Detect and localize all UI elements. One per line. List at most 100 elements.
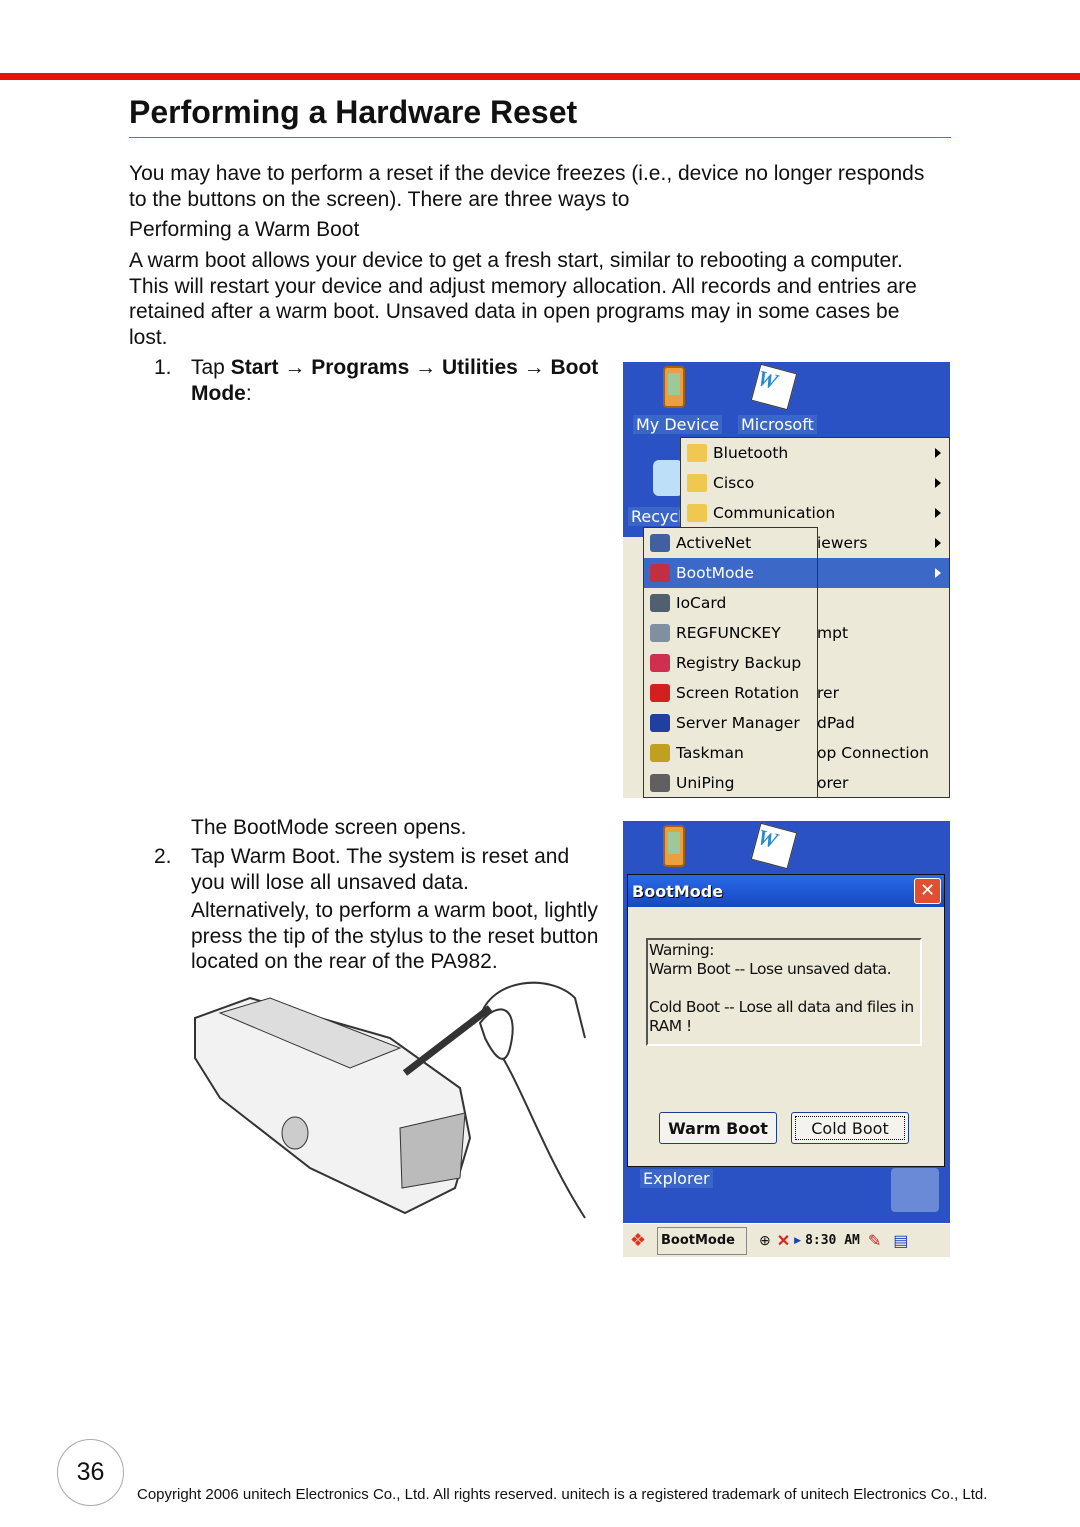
tray-arrow-icon[interactable]: ▶ bbox=[794, 1235, 801, 1246]
step2-text: Tap Warm Boot. The system is reset and y… bbox=[191, 844, 569, 895]
start-menu-screenshot: W My Device Microsoft Recycl Bluetooth C… bbox=[623, 362, 950, 798]
t: Boot bbox=[550, 356, 599, 379]
line: RAM ! bbox=[649, 1017, 692, 1035]
input-panel-icon[interactable]: ✎ bbox=[868, 1231, 881, 1251]
label: IoCard bbox=[676, 594, 727, 612]
para-line: lost. bbox=[129, 325, 168, 349]
header-red-bar bbox=[0, 73, 1080, 80]
bootmode-screenshot: W BootMode ✕ Warning: Warm Boot -- Lose … bbox=[623, 821, 950, 1257]
recycle-bin-icon bbox=[653, 460, 683, 496]
recycle-bin-label[interactable]: Recycl bbox=[628, 507, 686, 526]
t: Utilities bbox=[441, 356, 518, 379]
network-icon[interactable]: ⊕ bbox=[759, 1232, 771, 1249]
t: → bbox=[409, 356, 442, 379]
menu-item-bootmode[interactable]: BootMode bbox=[644, 558, 817, 588]
step-number: 2. bbox=[154, 845, 172, 868]
my-device-icon bbox=[663, 825, 685, 867]
windows-logo-watermark bbox=[891, 1168, 939, 1212]
para-line: retained after a warm boot. Unsaved data… bbox=[129, 300, 900, 323]
cold-boot-button[interactable]: Cold Boot bbox=[791, 1112, 909, 1144]
t: Mode bbox=[191, 381, 246, 405]
step1-text: Tap Start → Programs → Utilities → Boot … bbox=[191, 355, 598, 406]
t: : bbox=[245, 381, 252, 405]
label: ActiveNet bbox=[676, 534, 752, 552]
label: BootMode bbox=[676, 564, 754, 582]
label: REGFUNCKEY bbox=[676, 624, 781, 642]
label: Communication bbox=[713, 504, 836, 522]
start-flag-icon[interactable]: ❖ bbox=[623, 1230, 653, 1251]
taskbar-bootmode-button[interactable]: BootMode bbox=[657, 1226, 747, 1255]
copyright-footer: Copyright 2006 unitech Electronics Co., … bbox=[137, 1486, 988, 1503]
close-button[interactable]: ✕ bbox=[914, 878, 941, 904]
bootmode-opens-text: The BootMode screen opens. bbox=[191, 816, 467, 839]
line: Alternatively, to perform a warm boot, l… bbox=[191, 899, 598, 922]
label: iewers bbox=[817, 534, 868, 552]
submenu-arrow-icon bbox=[935, 568, 941, 578]
t: → bbox=[517, 356, 551, 379]
menu-item-registry-backup[interactable]: Registry Backup bbox=[644, 648, 817, 678]
label: Taskman bbox=[676, 744, 744, 762]
taskbar: ❖ BootMode ⊕ ✕ ▶ 8:30 AM ✎ ▤ bbox=[623, 1223, 950, 1257]
start-menu-strip bbox=[623, 537, 645, 798]
label: Server Manager bbox=[676, 714, 800, 732]
desktop-icon[interactable]: ▤ bbox=[893, 1231, 908, 1251]
rotation-icon bbox=[650, 684, 670, 702]
title-divider bbox=[129, 137, 951, 138]
t: Start bbox=[230, 356, 279, 379]
close-icon: ✕ bbox=[919, 880, 936, 901]
network-icon bbox=[650, 534, 670, 552]
line: Cold Boot -- Lose all data and files in bbox=[649, 998, 914, 1016]
alternative-text: Alternatively, to perform a warm boot, l… bbox=[191, 898, 598, 975]
intro-line: You may have to perform a reset if the d… bbox=[129, 162, 925, 185]
microsoft-label[interactable]: Microsoft bbox=[738, 415, 817, 434]
warm-boot-button[interactable]: Warm Boot bbox=[659, 1112, 777, 1144]
menu-item-activenet[interactable]: ActiveNet bbox=[644, 528, 817, 558]
menu-item-regfunckey[interactable]: REGFUNCKEY bbox=[644, 618, 817, 648]
label: Screen Rotation bbox=[676, 684, 800, 702]
t: → bbox=[278, 356, 312, 379]
backup-icon bbox=[650, 654, 670, 672]
clock[interactable]: 8:30 AM bbox=[805, 1233, 860, 1248]
dialog-title: BootMode bbox=[632, 881, 724, 901]
menu-item-cisco[interactable]: Cisco bbox=[681, 468, 949, 498]
t: Tap bbox=[191, 356, 231, 379]
menu-item-iocard[interactable]: IoCard bbox=[644, 588, 817, 618]
label: Cisco bbox=[713, 474, 755, 492]
menu-item-server-manager[interactable]: Server Manager bbox=[644, 708, 817, 738]
folder-icon bbox=[687, 474, 707, 492]
stylus-reset-illustration bbox=[194, 981, 586, 1219]
card-icon bbox=[650, 594, 670, 612]
subheading: Performing a Warm Boot bbox=[129, 218, 360, 241]
dialog-titlebar: BootMode bbox=[628, 875, 944, 907]
page-number: 36 bbox=[57, 1439, 124, 1506]
line: Warning: bbox=[649, 941, 714, 959]
bootmode-dialog: BootMode ✕ Warning: Warm Boot -- Lose un… bbox=[627, 874, 945, 1167]
step-number: 1. bbox=[154, 356, 172, 379]
menu-item-communication[interactable]: Communication bbox=[681, 498, 949, 528]
menu-item-screen-rotation[interactable]: Screen Rotation bbox=[644, 678, 817, 708]
menu-item-uniping[interactable]: UniPing bbox=[644, 768, 817, 798]
bootmode-icon bbox=[650, 564, 670, 582]
computer-icon bbox=[650, 714, 670, 732]
menu-item-bluetooth[interactable]: Bluetooth bbox=[681, 438, 949, 468]
warm-boot-paragraph: A warm boot allows your device to get a … bbox=[129, 248, 917, 350]
label: UniPing bbox=[676, 774, 735, 792]
para-line: This will restart your device and adjust… bbox=[129, 274, 917, 298]
word-doc-icon: W bbox=[750, 822, 798, 870]
line: press the tip of the stylus to the reset… bbox=[191, 924, 599, 948]
label: Registry Backup bbox=[676, 654, 802, 672]
folder-icon bbox=[687, 444, 707, 462]
t: Programs bbox=[311, 356, 410, 379]
explorer-label[interactable]: Explorer bbox=[640, 1169, 713, 1188]
my-device-label[interactable]: My Device bbox=[633, 415, 723, 434]
line: Tap Warm Boot. The system is reset and bbox=[191, 845, 570, 868]
word-doc-icon: W bbox=[750, 363, 798, 411]
disconnected-icon[interactable]: ✕ bbox=[777, 1231, 790, 1251]
my-device-icon bbox=[663, 366, 685, 408]
folder-icon bbox=[687, 504, 707, 522]
menu-item-taskman[interactable]: Taskman bbox=[644, 738, 817, 768]
warning-textbox: Warning: Warm Boot -- Lose unsaved data.… bbox=[646, 938, 922, 1046]
submenu-arrow-icon bbox=[935, 478, 941, 488]
submenu-arrow-icon bbox=[935, 538, 941, 548]
intro-text: You may have to perform a reset if the d… bbox=[129, 161, 924, 212]
